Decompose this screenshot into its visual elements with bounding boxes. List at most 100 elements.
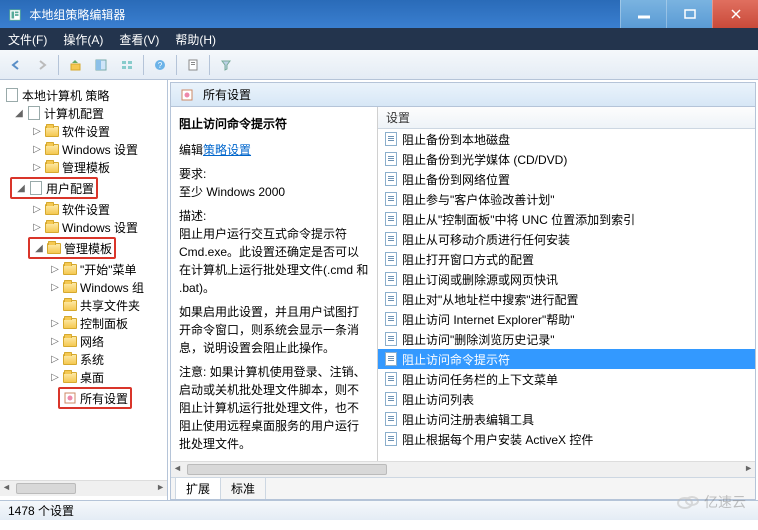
settings-list: 设置 阻止备份到本地磁盘阻止备份到光学媒体 (CD/DVD)阻止备份到网络位置阻… xyxy=(377,107,755,461)
list-item-label: 阻止打开窗口方式的配置 xyxy=(402,251,534,268)
status-bar: 1478 个设置 xyxy=(0,500,758,520)
list-item[interactable]: 阻止备份到网络位置 xyxy=(378,169,755,189)
list-item[interactable]: 阻止访问命令提示符 xyxy=(378,349,755,369)
list-item[interactable]: 阻止订阅或删除源或网页快讯 xyxy=(378,269,755,289)
setting-icon xyxy=(384,312,398,326)
window-title: 本地组策略编辑器 xyxy=(29,8,125,22)
list-item[interactable]: 阻止备份到本地磁盘 xyxy=(378,129,755,149)
edit-policy-link[interactable]: 策略设置 xyxy=(203,143,251,157)
column-header-setting[interactable]: 设置 xyxy=(378,107,755,129)
help-button[interactable]: ? xyxy=(148,53,172,77)
menu-help[interactable]: 帮助(H) xyxy=(175,31,216,48)
description-pane: 阻止访问命令提示符 编辑策略设置 要求:至少 Windows 2000 描述:阻… xyxy=(171,107,377,461)
tree-item[interactable]: ▷软件设置 xyxy=(0,122,167,140)
list-item[interactable]: 阻止访问"删除浏览历史记录" xyxy=(378,329,755,349)
detail-header-title: 所有设置 xyxy=(203,86,251,103)
menu-view[interactable]: 查看(V) xyxy=(119,31,159,48)
setting-icon xyxy=(384,372,398,386)
setting-name: 阻止访问命令提示符 xyxy=(179,115,369,133)
tree-admin-templates[interactable]: ◢管理模板 xyxy=(32,239,112,257)
detail-header: 所有设置 xyxy=(171,83,755,107)
list-item[interactable]: 阻止对"从地址栏中搜索"进行配置 xyxy=(378,289,755,309)
list-item-label: 阻止访问列表 xyxy=(402,391,474,408)
tree-item[interactable]: ▷Windows 组 xyxy=(0,278,167,296)
list-item-label: 阻止访问注册表编辑工具 xyxy=(402,411,534,428)
list-item[interactable]: 阻止访问注册表编辑工具 xyxy=(378,409,755,429)
setting-icon xyxy=(384,432,398,446)
list-item-label: 阻止访问命令提示符 xyxy=(402,351,510,368)
setting-icon xyxy=(384,212,398,226)
tree-item[interactable]: ▷桌面 xyxy=(0,368,167,386)
tree-hscroll[interactable] xyxy=(0,480,167,496)
list-item-label: 阻止备份到网络位置 xyxy=(402,171,510,188)
view-icons-button[interactable] xyxy=(115,53,139,77)
list-item[interactable]: 阻止访问列表 xyxy=(378,389,755,409)
close-button[interactable] xyxy=(712,0,758,28)
list-item-label: 阻止参与"客户体验改善计划" xyxy=(402,191,555,208)
setting-icon xyxy=(384,192,398,206)
policy-icon xyxy=(4,87,20,103)
tree-item[interactable]: ▷Windows 设置 xyxy=(0,218,167,236)
tab-standard[interactable]: 标准 xyxy=(220,477,266,499)
tree-root[interactable]: 本地计算机 策略 xyxy=(0,86,167,104)
tree-pane[interactable]: 本地计算机 策略 ◢计算机配置 ▷软件设置 ▷Windows 设置 ▷管理模板 … xyxy=(0,80,168,500)
up-button[interactable] xyxy=(63,53,87,77)
all-settings-icon xyxy=(62,390,78,406)
list-item[interactable]: 阻止根据每个用户安装 ActiveX 控件 xyxy=(378,429,755,449)
tree-item[interactable]: ▷网络 xyxy=(0,332,167,350)
detail-hscroll[interactable] xyxy=(171,461,755,477)
tree-item[interactable]: ▷软件设置 xyxy=(0,200,167,218)
list-item-label: 阻止访问"删除浏览历史记录" xyxy=(402,331,555,348)
expand-icon[interactable]: ▷ xyxy=(30,126,44,137)
list-body[interactable]: 阻止备份到本地磁盘阻止备份到光学媒体 (CD/DVD) 阻止备份到网络位置阻止参与… xyxy=(378,129,755,461)
list-item[interactable]: 阻止参与"客户体验改善计划" xyxy=(378,189,755,209)
tree-computer-config[interactable]: ◢计算机配置 xyxy=(0,104,167,122)
tree-item[interactable]: ▷系统 xyxy=(0,350,167,368)
menu-bar: 文件(F) 操作(A) 查看(V) 帮助(H) xyxy=(0,28,758,50)
list-item[interactable]: 阻止从"控制面板"中将 UNC 位置添加到索引 xyxy=(378,209,755,229)
list-item[interactable]: 阻止访问 Internet Explorer"帮助" xyxy=(378,309,755,329)
setting-icon xyxy=(384,132,398,146)
setting-icon xyxy=(384,352,398,366)
app-icon xyxy=(8,8,25,22)
list-item-label: 阻止从"控制面板"中将 UNC 位置添加到索引 xyxy=(402,211,635,228)
maximize-button[interactable] xyxy=(666,0,712,28)
list-item-label: 阻止对"从地址栏中搜索"进行配置 xyxy=(402,291,579,308)
tree-user-config[interactable]: ◢用户配置 xyxy=(14,179,94,197)
list-item-label: 阻止访问任务栏的上下文菜单 xyxy=(402,371,558,388)
title-bar: 本地组策略编辑器 xyxy=(0,0,758,28)
tree-item[interactable]: ▷Windows 设置 xyxy=(0,140,167,158)
setting-icon xyxy=(384,292,398,306)
collapse-icon[interactable]: ◢ xyxy=(12,108,26,119)
tree-all-settings[interactable]: 所有设置 xyxy=(62,389,128,407)
list-item[interactable]: 阻止打开窗口方式的配置 xyxy=(378,249,755,269)
setting-icon xyxy=(384,232,398,246)
menu-action[interactable]: 操作(A) xyxy=(63,31,103,48)
setting-icon xyxy=(384,272,398,286)
setting-icon xyxy=(384,332,398,346)
setting-icon xyxy=(384,152,398,166)
list-item-label: 阻止根据每个用户安装 ActiveX 控件 xyxy=(402,431,593,448)
tree-item[interactable]: ▷"开始"菜单 xyxy=(0,260,167,278)
minimize-button[interactable] xyxy=(620,0,666,28)
view-list-button[interactable] xyxy=(89,53,113,77)
list-item-label: 阻止备份到光学媒体 (CD/DVD) xyxy=(402,151,567,168)
setting-icon xyxy=(384,252,398,266)
setting-icon xyxy=(384,172,398,186)
list-item[interactable]: 阻止从可移动介质进行任何安装 xyxy=(378,229,755,249)
forward-button[interactable] xyxy=(30,53,54,77)
setting-icon xyxy=(384,412,398,426)
tree-item[interactable]: ▷控制面板 xyxy=(0,314,167,332)
list-item-label: 阻止访问 Internet Explorer"帮助" xyxy=(402,311,575,328)
properties-button[interactable] xyxy=(181,53,205,77)
list-item[interactable]: 阻止备份到光学媒体 (CD/DVD) xyxy=(378,149,755,169)
tab-extended[interactable]: 扩展 xyxy=(175,477,221,499)
menu-file[interactable]: 文件(F) xyxy=(8,31,47,48)
tree-item[interactable]: ▷管理模板 xyxy=(0,158,167,176)
tab-strip: 扩展 标准 xyxy=(171,477,755,499)
filter-button[interactable] xyxy=(214,53,238,77)
back-button[interactable] xyxy=(4,53,28,77)
list-item[interactable]: 阻止访问任务栏的上下文菜单 xyxy=(378,369,755,389)
setting-icon xyxy=(384,392,398,406)
tree-item[interactable]: 共享文件夹 xyxy=(0,296,167,314)
